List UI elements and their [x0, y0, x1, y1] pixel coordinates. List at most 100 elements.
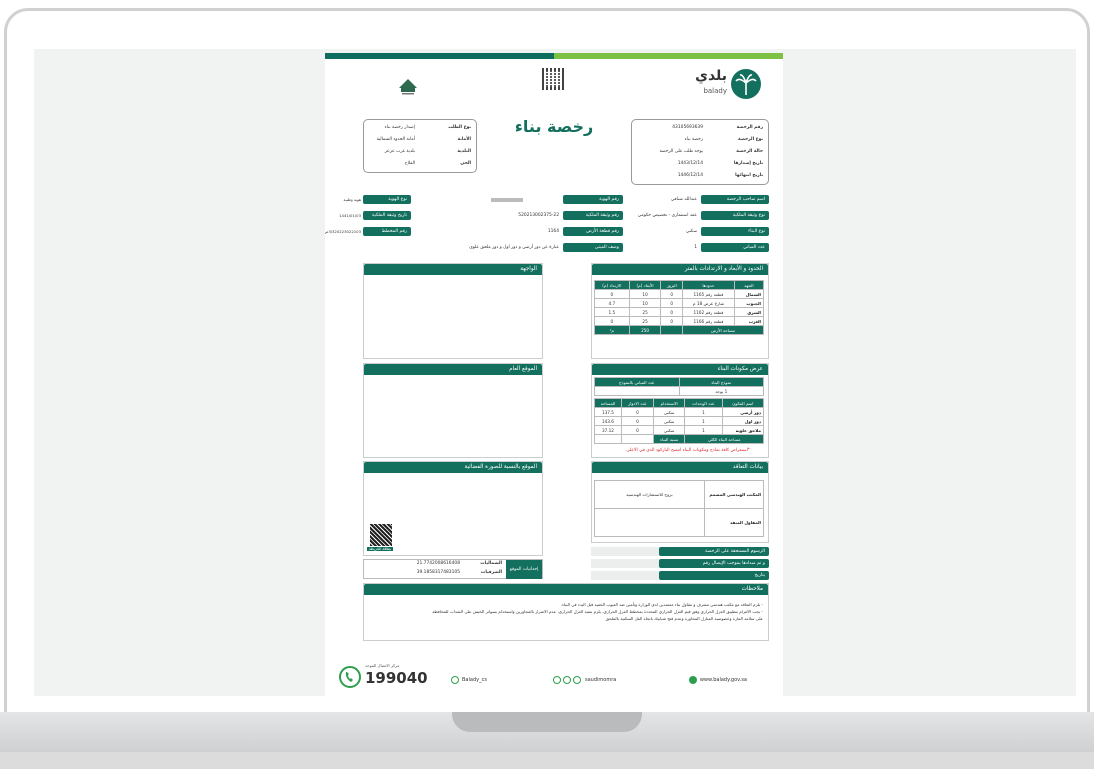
request-label: الحي: [460, 161, 471, 166]
components-cell: 0: [620, 425, 654, 435]
coordinates-box: إحداثيات الموقع الشماليات 21.77420086164…: [363, 559, 543, 579]
owner-left-label: نوع الهوية: [363, 195, 411, 204]
facade-title: الواجهة: [364, 264, 542, 275]
owner-left-value: هوية وطنية: [343, 197, 361, 202]
east-value: 39.1858317483105: [416, 570, 460, 575]
contractor-label: المقاول المنفذ: [703, 508, 765, 537]
borders-header: حدودها: [682, 280, 735, 290]
request-value: أمانة الحدود الشمالية: [376, 137, 415, 142]
owner-label: اسم صاحب الرخصة: [701, 195, 769, 204]
components-cell: 0: [620, 416, 654, 426]
owner-mid-label: رقم الهوية: [563, 195, 623, 204]
owner-value: سكني: [685, 229, 697, 234]
owner-left-label: تاريخ وثيقة الملكية: [363, 211, 411, 220]
social-links[interactable]: saudimomra: [553, 676, 616, 684]
license-label: حالة الرخصة: [736, 149, 763, 154]
twitter-handle: Balady_cs: [462, 677, 487, 683]
borders-cell: 1.5: [594, 307, 630, 317]
page-title: رخصة بناء: [514, 117, 594, 136]
area-unit: م²: [594, 325, 630, 335]
twitter-link[interactable]: Balady_cs: [451, 676, 487, 684]
qr-code-icon: [542, 68, 564, 90]
owner-value: عقد استثماري - تخصيص حكومي: [637, 213, 697, 218]
license-value: يوجد طلب على الرخصة: [659, 149, 703, 154]
components-cell: 0: [620, 407, 654, 417]
components-header: اسم المكون: [721, 398, 765, 408]
total-area-label: مساحة البناء الكلي: [684, 434, 764, 444]
globe-icon: [688, 676, 697, 684]
request-value: إصدار رخصة بناء: [384, 125, 415, 130]
twitter-cs-icon: [451, 676, 459, 684]
east-label: الشرقيات: [480, 570, 502, 575]
license-label: رقم الرخصة: [736, 125, 763, 130]
fee-label: و تم سدادها بموجب الإيصال رقم: [659, 559, 769, 568]
components-cell: دور اول: [721, 416, 765, 426]
callcenter-label: مركز الاتصال الموحد: [365, 663, 400, 668]
coordinates-label: إحداثيات الموقع: [506, 560, 542, 579]
twitter-icon: [553, 676, 561, 684]
id-number-redacted: [491, 198, 523, 202]
phone-number: 199040: [365, 669, 428, 687]
borders-cell: 0: [594, 316, 630, 326]
components-cell: سكني: [652, 407, 686, 417]
note-line: - يلزم التعاقد مع مكتب هندسي مشرف و مقاو…: [560, 602, 763, 607]
building-permit-document: بلدي balady رخصة بناء الحدود و الأبعاد و…: [325, 53, 783, 696]
phone-icon: [339, 666, 361, 688]
components-cell: 1: [684, 416, 723, 426]
notes-section: ملاحظات - يلزم التعاقد مع مكتب هندسي مشر…: [363, 583, 769, 641]
website-link[interactable]: www.balady.gov.sa: [688, 676, 747, 684]
owner-mid-label: رقم وثيقة الملكية: [563, 211, 623, 220]
count-label: عدد المباني بالنموذج: [594, 377, 680, 387]
borders-cell: 4.7: [594, 298, 630, 308]
contract-title: بيانات التعاقد: [592, 462, 768, 473]
borders-cell: 0: [660, 289, 684, 299]
borders-cell: 0: [594, 289, 630, 299]
fee-label: بتاريخ: [659, 571, 769, 580]
borders-cell: 0: [660, 316, 684, 326]
request-label: نوع الطلب: [448, 125, 471, 130]
social-handle: saudimomra: [585, 677, 617, 683]
satellite-title: الموقع بالنسبة للصورة الفضائية: [364, 462, 542, 473]
components-cell: 37.12: [594, 425, 622, 435]
satellite-section: الموقع بالنسبة للصورة الفضائية بطاقة الخ…: [363, 461, 543, 556]
borders-cell: قطعة رقم 1166: [682, 316, 735, 326]
owner-mid-value: عبارة عن دور أرضي و دور اول و دور ملحق ع…: [469, 245, 559, 250]
borders-cell: 25: [628, 307, 662, 317]
components-header: المساحة: [594, 398, 622, 408]
license-label: تاريخ إصدارها: [733, 161, 763, 166]
request-value: بلدية غرب عرعر: [384, 149, 415, 154]
general-site-title: الموقع العام: [364, 364, 542, 375]
fee-label: الرسوم المستحقة على الرخصة: [659, 547, 769, 556]
laptop-notch: [452, 712, 642, 732]
request-value: الفلاح: [404, 161, 415, 166]
borders-cell: 25: [628, 316, 662, 326]
components-note: *استعراض كافة نماذج ومكونات البناء امسح …: [626, 448, 750, 453]
owner-mid-value: 520213002375-22: [518, 213, 559, 218]
components-section: عرض مكونات البناء نموذج البناء عدد المبان…: [591, 363, 769, 458]
borders-header: الجهة: [733, 280, 765, 290]
ratio-blank: [594, 434, 622, 444]
components-cell: سكني: [652, 416, 686, 426]
components-cell: ملاحق علوية: [721, 425, 765, 435]
owner-label: نوع البناء: [701, 227, 769, 236]
components-table: اسم المكون عدد الوحدات الاستخدام عدد الادوا…: [594, 398, 765, 444]
borders-cell: الجنوب: [733, 298, 765, 308]
ministry-logo-icon: [397, 75, 419, 97]
borders-cell: شارع عرض 18 م: [682, 298, 735, 308]
components-cell: 143.6: [594, 416, 622, 426]
license-value: 43105693639: [672, 125, 703, 130]
owner-mid-label: وصف المبنى: [563, 243, 623, 252]
brand-arabic: بلدي: [695, 68, 727, 84]
borders-cell: الغرب: [733, 316, 765, 326]
components-title: عرض مكونات البناء: [592, 364, 768, 375]
note-line: على سلامة المارة وخصوصية المنازل المجاور…: [605, 616, 763, 621]
notes-title: ملاحظات: [364, 584, 768, 595]
top-color-bar: [325, 53, 783, 59]
call-center[interactable]: مركز الاتصال الموحد 199040: [339, 663, 439, 689]
license-label: تاريخ انتهائها: [735, 173, 763, 178]
borders-header: الأبعاد (م): [628, 280, 662, 290]
license-value: 1443/12/14: [677, 161, 703, 166]
borders-table: الجهة حدودها البروز الأبعاد (م) الارتداد (م)…: [594, 280, 765, 335]
owner-mid-value: 1164: [547, 229, 559, 234]
license-value: رخصة بناء: [684, 137, 703, 142]
